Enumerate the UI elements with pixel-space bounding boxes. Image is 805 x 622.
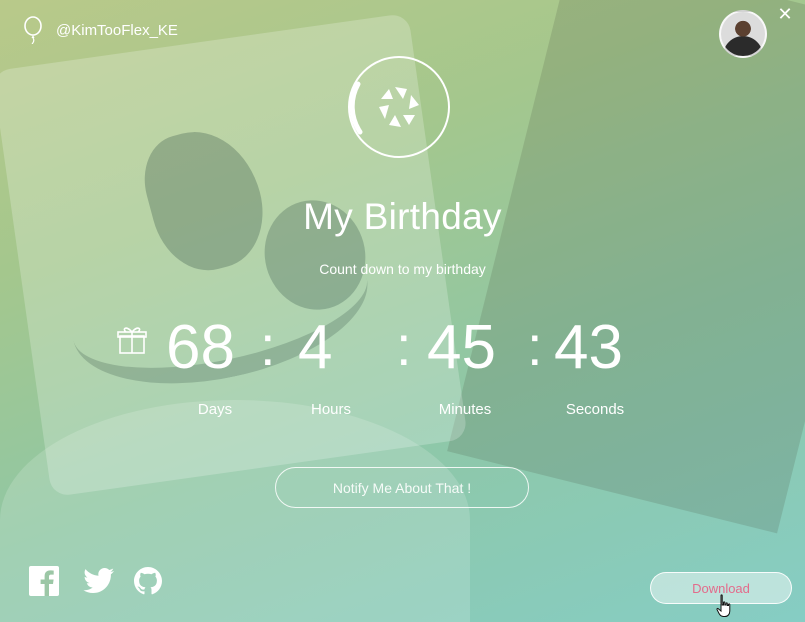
birthday-countdown-window: @KimTooFlex_KE ✕ My Birthday Count down … — [0, 0, 805, 622]
notify-button[interactable]: Notify Me About That ! — [275, 467, 529, 508]
user-handle: @KimTooFlex_KE — [22, 16, 178, 44]
logo-icon — [348, 56, 450, 158]
github-icon[interactable] — [133, 566, 163, 596]
hand-cursor-icon — [716, 594, 731, 617]
page-subtitle: Count down to my birthday — [319, 261, 486, 277]
countdown-separator: : — [396, 314, 412, 377]
close-icon[interactable]: ✕ — [776, 6, 794, 24]
countdown-minutes: 45 — [427, 313, 496, 382]
balloon-icon — [24, 16, 42, 44]
handle-text: @KimTooFlex_KE — [56, 21, 178, 39]
countdown-hours: 4 — [298, 313, 333, 382]
unit-minutes: Minutes — [438, 401, 492, 418]
gift-icon — [117, 327, 147, 354]
unit-hours: Hours — [310, 401, 351, 418]
page-title: My Birthday — [303, 196, 502, 237]
unit-days: Days — [197, 401, 233, 418]
background-body — [0, 400, 470, 622]
countdown-seconds: 43 — [554, 313, 623, 382]
facebook-icon[interactable] — [29, 566, 59, 596]
countdown-separator: : — [527, 314, 543, 377]
avatar[interactable] — [719, 10, 767, 58]
countdown-days: 68 — [166, 313, 235, 382]
unit-seconds: Seconds — [565, 401, 625, 418]
twitter-icon[interactable] — [83, 566, 115, 596]
countdown-separator: : — [260, 314, 276, 377]
